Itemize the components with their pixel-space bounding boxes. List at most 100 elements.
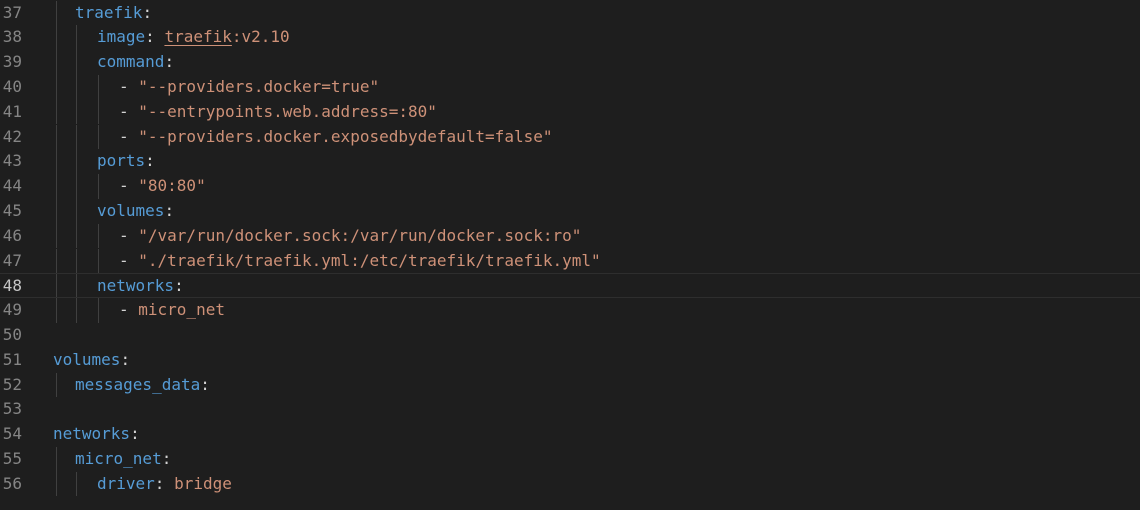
token-str: "./traefik/traefik.yml:/etc/traefik/trae…	[138, 250, 601, 270]
indent-guide	[76, 124, 77, 150]
code-line[interactable]: 56 driver: bridge	[0, 471, 1140, 497]
token-key: volumes	[97, 200, 165, 220]
line-number: 53	[2, 399, 22, 419]
token-plain: :v2.10	[231, 27, 290, 47]
line-number: 45	[2, 200, 22, 220]
token-link: traefik	[164, 27, 232, 47]
token-punct: -	[119, 225, 139, 245]
indent-guide	[56, 0, 57, 26]
token-key: ports	[97, 151, 146, 171]
indent-guide	[56, 50, 57, 75]
indent-guide	[56, 174, 57, 199]
code-line[interactable]: 48 networks:	[0, 273, 1140, 299]
code-line[interactable]: 51 volumes:	[0, 348, 1140, 373]
token-punct: :	[120, 349, 131, 369]
line-number: 43	[2, 151, 22, 171]
code-line[interactable]: 42 - "--providers.docker.exposedbydefault…	[0, 124, 1140, 150]
line-number: 42	[2, 126, 22, 146]
token-punct: :	[164, 52, 175, 72]
line-text: - micro_net	[119, 298, 225, 323]
indent-guide	[98, 99, 99, 125]
indent-guide	[76, 149, 77, 175]
code-line[interactable]: 40 - "--providers.docker=true"	[0, 74, 1140, 100]
line-text: driver: bridge	[97, 472, 232, 497]
token-punct: :	[145, 151, 155, 171]
indent-guide	[76, 25, 77, 51]
token-punct: -	[119, 76, 139, 96]
indent-guide	[98, 248, 99, 274]
indent-guide	[76, 223, 77, 249]
code-line[interactable]: 49 - micro_net	[0, 298, 1140, 323]
line-number: 55	[2, 448, 22, 468]
indent-guide	[76, 174, 77, 199]
line-text: messages_data:	[75, 373, 210, 398]
line-text: micro_net:	[75, 447, 171, 472]
indent-guide	[56, 446, 57, 472]
line-text: - "--providers.docker=true"	[119, 75, 379, 100]
line-text: networks:	[97, 274, 184, 299]
code-line[interactable]: 44 - "80:80"	[0, 174, 1140, 199]
indent-guide	[98, 74, 99, 100]
token-punct: :	[142, 2, 153, 22]
token-punct: :	[174, 276, 184, 296]
code-line[interactable]: 52 messages_data:	[0, 372, 1140, 398]
code-line[interactable]: 39 command:	[0, 50, 1140, 75]
code-line[interactable]: 41 - "--entrypoints.web.address=:80"	[0, 99, 1140, 125]
code-line[interactable]: 53	[0, 397, 1140, 422]
token-punct: :	[200, 374, 210, 394]
indent-guide	[98, 298, 99, 323]
indent-guide	[76, 274, 77, 298]
indent-guide	[56, 248, 57, 274]
indent-guide	[98, 124, 99, 150]
token-punct: -	[119, 176, 139, 196]
indent-guide	[76, 471, 77, 497]
line-number: 54	[2, 424, 22, 444]
token-punct: :	[154, 473, 175, 493]
token-key: traefik	[75, 2, 143, 22]
line-number: 39	[2, 52, 22, 72]
token-punct: :	[145, 27, 165, 47]
indent-guide	[56, 25, 57, 51]
indent-guide	[56, 223, 57, 249]
token-str: "--providers.docker.exposedbydefault=fal…	[138, 126, 553, 146]
code-line[interactable]: 43 ports:	[0, 149, 1140, 175]
token-punct: :	[164, 200, 175, 220]
code-line[interactable]: 50	[0, 323, 1140, 348]
code-line[interactable]: 46 - "/var/run/docker.sock:/var/run/docke…	[0, 223, 1140, 249]
code-editor[interactable]: 37 traefik: 38 image: traefik:v2.10 39 comman…	[0, 0, 1140, 510]
indent-guide	[76, 99, 77, 125]
line-text: - "--providers.docker.exposedbydefault=f…	[119, 125, 552, 150]
indent-guide	[76, 248, 77, 274]
line-number: 56	[2, 473, 22, 493]
code-line[interactable]: 54 networks:	[0, 422, 1140, 447]
token-str: "/var/run/docker.sock:/var/run/docker.so…	[138, 225, 582, 245]
indent-guide	[56, 471, 57, 497]
token-key: driver	[97, 473, 155, 493]
indent-guide	[76, 74, 77, 100]
code-line[interactable]: 38 image: traefik:v2.10	[0, 25, 1140, 51]
token-punct: :	[161, 448, 172, 468]
line-text: - "--entrypoints.web.address=:80"	[119, 100, 437, 125]
indent-guide	[56, 74, 57, 100]
indent-guide	[56, 372, 57, 398]
token-key: volumes	[53, 349, 121, 369]
code-line[interactable]: 47 - "./traefik/traefik.yml:/etc/traefik/…	[0, 248, 1140, 274]
token-str: "--entrypoints.web.address=:80"	[138, 101, 437, 121]
line-number: 37	[2, 2, 22, 22]
line-text: volumes:	[53, 348, 130, 373]
line-text: - "/var/run/docker.sock:/var/run/docker.…	[119, 224, 581, 249]
line-number: 44	[2, 176, 22, 196]
code-line[interactable]: 45 volumes:	[0, 198, 1140, 224]
token-key: networks	[97, 276, 175, 296]
line-text: networks:	[53, 422, 140, 447]
code-line[interactable]: 37 traefik:	[0, 0, 1140, 26]
token-str: "80:80"	[138, 176, 206, 196]
line-number: 41	[2, 101, 22, 121]
line-text: image: traefik:v2.10	[97, 25, 290, 50]
indent-guide	[76, 50, 77, 75]
code-line[interactable]: 55 micro_net:	[0, 446, 1140, 472]
line-number: 49	[2, 300, 22, 320]
line-number: 38	[2, 27, 22, 47]
line-number: 46	[2, 225, 22, 245]
line-text: volumes:	[97, 199, 174, 224]
